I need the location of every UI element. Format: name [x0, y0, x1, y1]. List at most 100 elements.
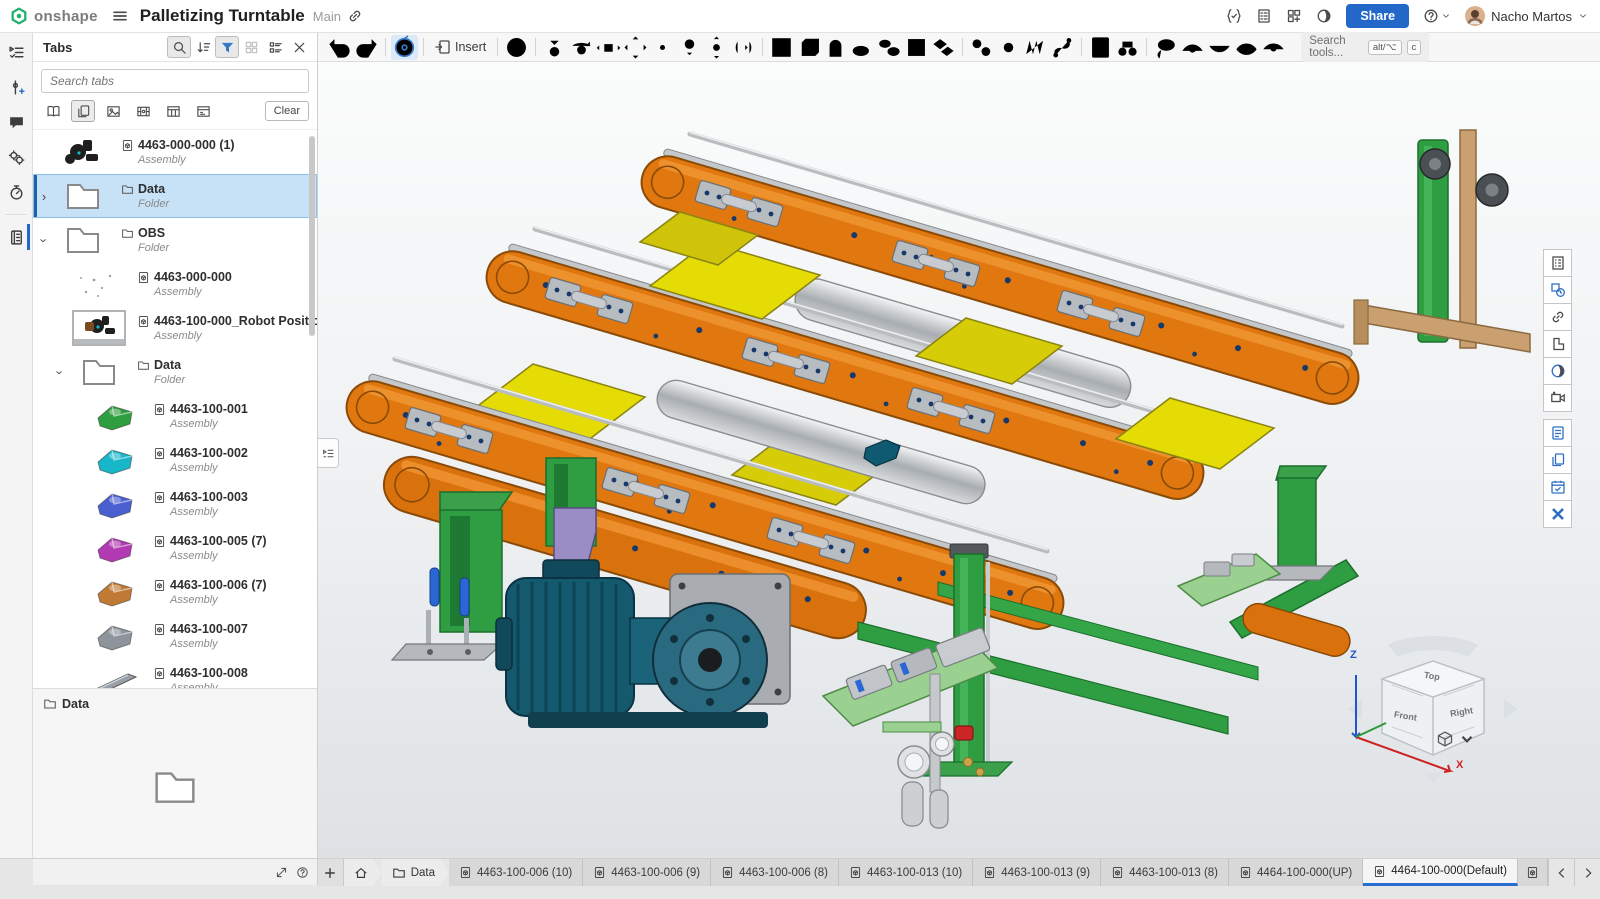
- share-button[interactable]: Share: [1346, 4, 1410, 28]
- onshape-logo[interactable]: onshape: [10, 7, 98, 25]
- tree-row[interactable]: › 4463-000-000 Assembly: [33, 262, 317, 306]
- parallel-mate-icon[interactable]: [730, 35, 757, 60]
- gear-relation-icon[interactable]: [995, 35, 1022, 60]
- bom-table-icon[interactable]: [1543, 249, 1572, 277]
- list-view-icon[interactable]: [263, 36, 287, 58]
- named-positions-icon[interactable]: [795, 35, 822, 60]
- document-tab[interactable]: 4464-100-000(Default): [1363, 859, 1518, 886]
- measure-icon[interactable]: [1114, 35, 1141, 60]
- drawing-icon[interactable]: [1087, 35, 1114, 60]
- document-tab-stub[interactable]: [1518, 859, 1548, 886]
- tree-row[interactable]: › 4463-100-007 Assembly: [33, 614, 317, 658]
- animate-icon[interactable]: [503, 35, 530, 60]
- search-icon[interactable]: [167, 36, 191, 58]
- comments-icon[interactable]: [3, 109, 29, 135]
- explode-view-icon[interactable]: [1152, 35, 1179, 60]
- mirror-icon[interactable]: [930, 35, 957, 60]
- excel-app-icon[interactable]: [1543, 500, 1572, 528]
- versions-graph-icon[interactable]: [3, 144, 29, 170]
- chevron-icon[interactable]: ›: [37, 189, 51, 204]
- tree-row[interactable]: › 4463-100-005 (7) Assembly: [33, 526, 317, 570]
- versions-icon[interactable]: [1226, 8, 1242, 24]
- clear-filters-button[interactable]: Clear: [264, 101, 309, 121]
- document-title[interactable]: Palletizing Turntable: [140, 6, 305, 26]
- linked-documents-icon[interactable]: [1543, 303, 1572, 331]
- close-icon[interactable]: [287, 36, 311, 58]
- tree-row[interactable]: › 4463-100-008 Assembly: [33, 658, 317, 688]
- mate-connector-icon[interactable]: [768, 35, 795, 60]
- history-icon[interactable]: [3, 179, 29, 205]
- configurations-icon[interactable]: [3, 74, 29, 100]
- spec-doc-icon[interactable]: [1543, 419, 1572, 447]
- document-tab[interactable]: 4464-100-000(UP): [1229, 859, 1364, 886]
- tree-row[interactable]: › 4463-000-000 (1) Assembly: [33, 130, 317, 174]
- tool-search-box[interactable]: Search tools... alt/⌥ c: [1301, 32, 1430, 62]
- fastened-mate-icon[interactable]: [541, 35, 568, 60]
- pin-slot-mate-icon[interactable]: [676, 35, 703, 60]
- group-icon[interactable]: [849, 35, 876, 60]
- insert-button[interactable]: Insert: [429, 37, 492, 57]
- part-history-icon[interactable]: [1543, 276, 1572, 304]
- chevron-icon[interactable]: ›: [37, 233, 52, 247]
- workspace-label[interactable]: Main: [313, 9, 341, 24]
- tree-row[interactable]: › 4463-100-000_Robot Positio Assembly: [33, 306, 317, 350]
- relations-icon[interactable]: [968, 35, 995, 60]
- magnetic-snap-icon[interactable]: [822, 35, 849, 60]
- tree-row[interactable]: › 4463-100-002 Assembly: [33, 438, 317, 482]
- chevron-icon[interactable]: ›: [53, 365, 68, 379]
- part-studio-icon[interactable]: [1543, 330, 1572, 358]
- tree-row[interactable]: › 4463-100-003 Assembly: [33, 482, 317, 526]
- isolate-icon[interactable]: [1260, 35, 1287, 60]
- document-tab[interactable]: 4463-100-013 (10): [839, 859, 974, 886]
- filter-part-studio-icon[interactable]: [41, 100, 65, 122]
- show-selected-icon[interactable]: [1179, 35, 1206, 60]
- document-tab[interactable]: 4463-100-013 (9): [973, 859, 1102, 886]
- pages-app-icon[interactable]: [1543, 446, 1572, 474]
- view-options-button[interactable]: [1436, 730, 1476, 748]
- tree-row[interactable]: › Data Folder: [33, 174, 317, 218]
- view-cube[interactable]: Top Front Right Z X: [1338, 627, 1528, 787]
- grid-view-icon[interactable]: [239, 36, 263, 58]
- help-menu[interactable]: [1423, 8, 1451, 24]
- document-tab[interactable]: 4463-100-006 (8): [711, 859, 839, 886]
- filter-other-icon[interactable]: [191, 100, 215, 122]
- hide-selected-icon[interactable]: [1206, 35, 1233, 60]
- folder-breadcrumb[interactable]: Data: [382, 859, 449, 886]
- apps-icon[interactable]: [1286, 8, 1302, 24]
- planar-mate-icon[interactable]: [622, 35, 649, 60]
- filter-assembly-icon[interactable]: [71, 100, 95, 122]
- spring-icon[interactable]: [1022, 35, 1049, 60]
- revolute-mate-icon[interactable]: [568, 35, 595, 60]
- cable-icon[interactable]: [1049, 35, 1076, 60]
- filter-icon[interactable]: [215, 36, 239, 58]
- document-tab[interactable]: 4463-100-006 (9): [583, 859, 712, 886]
- scroll-tabs-right-icon[interactable]: [1574, 859, 1600, 886]
- help-icon[interactable]: [296, 866, 309, 879]
- features-list-handle[interactable]: [318, 438, 339, 468]
- render-studio-icon[interactable]: [1543, 384, 1572, 412]
- new-tab-button[interactable]: [318, 859, 344, 886]
- notebook-panel-icon[interactable]: [3, 224, 30, 250]
- cylindrical-mate-icon[interactable]: [649, 35, 676, 60]
- pattern-icon[interactable]: [903, 35, 930, 60]
- sort-icon[interactable]: [191, 36, 215, 58]
- undo-icon[interactable]: [326, 35, 353, 60]
- bom-icon[interactable]: [1256, 8, 1272, 24]
- tree-row[interactable]: › 4463-100-006 (7) Assembly: [33, 570, 317, 614]
- hide-others-icon[interactable]: [1233, 35, 1260, 60]
- tree-row[interactable]: › 4463-100-001 Assembly: [33, 394, 317, 438]
- tree-row[interactable]: › OBS Folder: [33, 218, 317, 262]
- open-in-new-icon[interactable]: [275, 866, 288, 879]
- slider-mate-icon[interactable]: [595, 35, 622, 60]
- tree-row[interactable]: › Data Folder: [33, 350, 317, 394]
- tabs-manager-icon[interactable]: [3, 39, 29, 65]
- filter-image-icon[interactable]: [101, 100, 125, 122]
- ai-orb-icon[interactable]: [1316, 8, 1332, 24]
- copy-link-icon[interactable]: [347, 8, 363, 24]
- document-tab[interactable]: 4463-100-013 (8): [1101, 859, 1230, 886]
- scroll-tabs-left-icon[interactable]: [1548, 859, 1574, 886]
- redo-icon[interactable]: [353, 35, 380, 60]
- web-app-icon[interactable]: [1543, 357, 1572, 385]
- snap-mode-icon[interactable]: [391, 34, 418, 60]
- tree-scrollbar[interactable]: [309, 136, 315, 336]
